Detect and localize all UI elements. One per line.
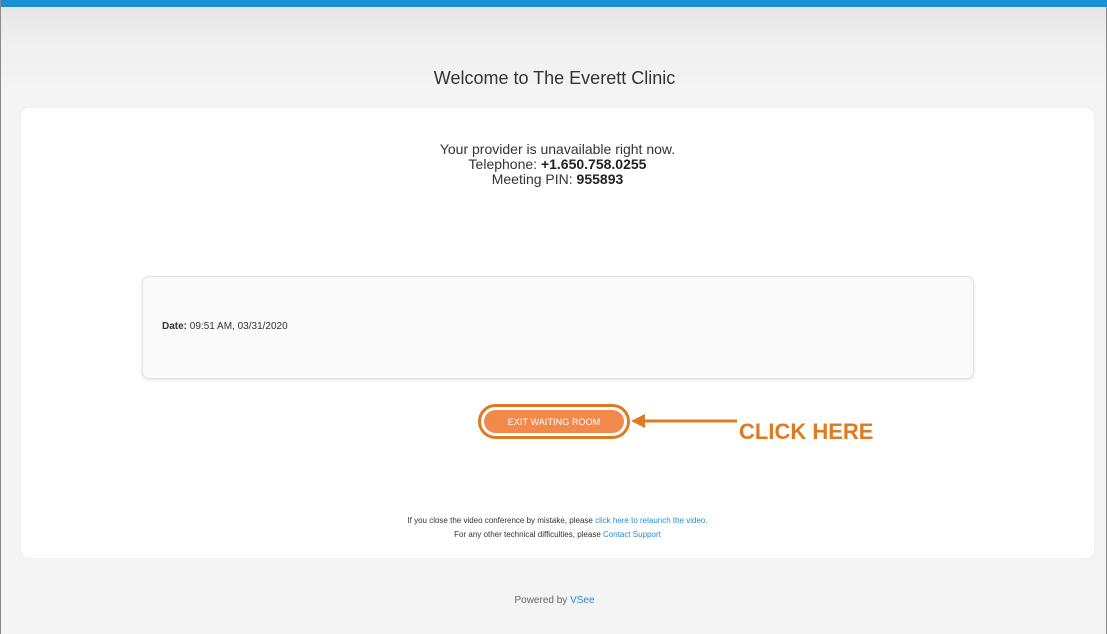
top-accent-bar — [1, 0, 1107, 7]
meeting-pin-label: Meeting PIN: — [491, 171, 573, 187]
telephone-line: Telephone: +1.650.758.0255 — [21, 157, 1094, 172]
help-text: If you close the video conference by mis… — [21, 514, 1094, 542]
visit-date: Date: 09:51 AM, 03/31/2020 — [162, 321, 288, 332]
telephone-value: +1.650.758.0255 — [540, 156, 647, 172]
date-value: 09:51 AM, 03/31/2020 — [189, 321, 288, 332]
date-label: Date: — [162, 321, 188, 332]
support-prefix: For any other technical difficulties, pl… — [454, 530, 601, 539]
waiting-room-card: Your provider is unavailable right now. … — [21, 108, 1094, 558]
page-title: Welcome to The Everett Clinic — [433, 68, 676, 88]
exit-waiting-room-button[interactable]: EXIT WAITING ROOM — [478, 404, 630, 439]
vsee-link[interactable]: VSee — [570, 595, 594, 606]
left-arrow-icon — [631, 414, 737, 428]
provider-status: Your provider is unavailable right now. … — [21, 142, 1094, 187]
page-background: Welcome to The Everett Clinic Your provi… — [0, 0, 1107, 634]
powered-by: Powered by VSee — [1, 595, 1107, 606]
status-message: Your provider is unavailable right now. — [439, 141, 676, 157]
support-line: For any other technical difficulties, pl… — [21, 528, 1094, 542]
exit-waiting-room-label[interactable]: EXIT WAITING ROOM — [484, 410, 624, 433]
click-here-callout: CLICK HERE — [739, 419, 874, 444]
relaunch-line: If you close the video conference by mis… — [21, 514, 1094, 528]
relaunch-video-link[interactable]: click here to relaunch the video. — [595, 516, 708, 525]
contact-support-link[interactable]: Contact Support — [603, 530, 661, 539]
visit-info-box: Date: 09:51 AM, 03/31/2020 — [142, 276, 974, 379]
meeting-pin-line: Meeting PIN: 955893 — [21, 172, 1094, 187]
powered-by-prefix: Powered by — [514, 595, 568, 606]
telephone-label: Telephone: — [468, 156, 538, 172]
meeting-pin-value: 955893 — [576, 171, 624, 187]
relaunch-prefix: If you close the video conference by mis… — [407, 516, 593, 525]
